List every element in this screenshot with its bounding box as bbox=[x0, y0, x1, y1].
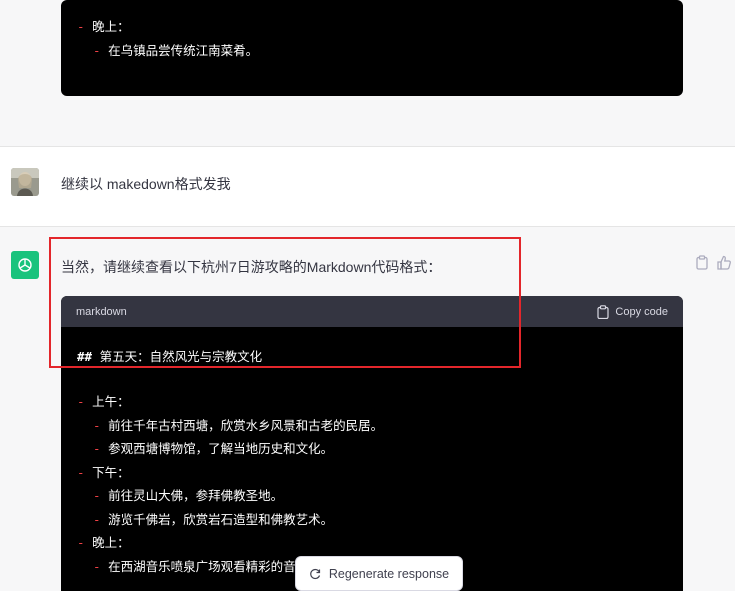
thumbs-up-icon[interactable] bbox=[717, 255, 731, 275]
openai-logo-icon bbox=[11, 251, 39, 279]
refresh-icon bbox=[310, 568, 320, 579]
code-line: - 晚上： bbox=[77, 535, 130, 550]
regenerate-response-button[interactable]: Regenerate response bbox=[295, 556, 463, 591]
code-line: - 前往千年古村西塘，欣赏水乡风景和古老的民居。 bbox=[93, 418, 384, 433]
code-line: - 游览千佛岩，欣赏岩石造型和佛教艺术。 bbox=[93, 512, 334, 527]
regenerate-label: Regenerate response bbox=[328, 566, 450, 581]
user-avatar bbox=[11, 168, 39, 196]
code-line: - 晚上： bbox=[77, 19, 130, 34]
code-line: - 在乌镇品尝传统江南菜肴。 bbox=[93, 43, 259, 58]
code-line: - 下午： bbox=[77, 465, 130, 480]
copy-code-label: Copy code bbox=[615, 305, 668, 318]
message-actions bbox=[695, 255, 731, 275]
code-line: - 参观西塘博物馆，了解当地历史和文化。 bbox=[93, 441, 334, 456]
clipboard-icon[interactable] bbox=[695, 255, 709, 275]
previous-code-block: - 晚上： - 在乌镇品尝传统江南菜肴。 bbox=[61, 0, 683, 96]
code-line: - 上午： bbox=[77, 394, 130, 409]
highlight-box bbox=[49, 237, 521, 368]
clipboard-icon bbox=[597, 304, 610, 319]
copy-code-button[interactable]: Copy code bbox=[597, 304, 668, 319]
user-message-text: 继续以 makedown格式发我 bbox=[61, 176, 231, 192]
code-line: - 前往灵山大佛，参拜佛教圣地。 bbox=[93, 488, 284, 503]
